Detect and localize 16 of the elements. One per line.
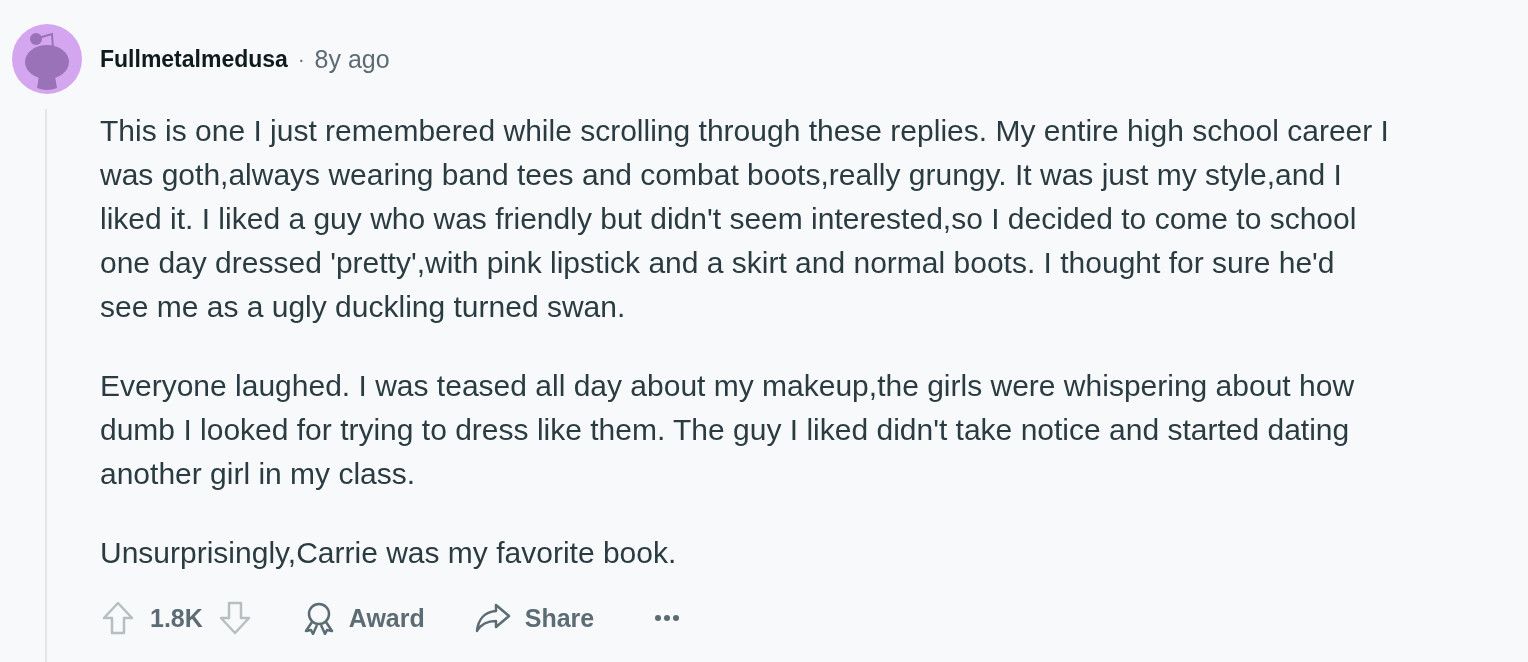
share-button[interactable]: Share bbox=[468, 599, 601, 637]
upvote-icon bbox=[102, 601, 134, 635]
comment-paragraph: Unsurprisingly,Carrie was my favorite book. bbox=[100, 535, 678, 571]
timestamp: 8y ago bbox=[314, 44, 390, 74]
downvote-icon bbox=[218, 601, 251, 635]
comment-paragraph: Everyone laughed. I was teased all day about my makeup,the girls were whispering about how dumb I looked for trying to dress like them. The guy I liked didn't take notice and started dating another girl in my class. bbox=[100, 368, 1356, 492]
vote-count: 1.8K bbox=[150, 603, 203, 633]
upvote-button[interactable] bbox=[100, 600, 136, 636]
more-icon bbox=[655, 615, 680, 621]
share-icon bbox=[474, 603, 511, 633]
award-button[interactable]: Award bbox=[296, 597, 431, 639]
comment-paragraph: This is one I just remembered while scrolling through these replies. My entire high school career I was goth,always wearing band tees and combat boots,really grungy. It was just my style,and I liked it. I liked a guy who was friendly but didn't seem interested,so I decided to come to school one day dressed 'pretty',with pink lipstick and a skirt and normal boots. I thought for sure he'd see me as a ugly duckling turned swan. bbox=[100, 113, 1390, 325]
username[interactable]: Fullmetalmedusa bbox=[100, 45, 288, 73]
award-icon bbox=[302, 601, 335, 635]
avatar-icon bbox=[12, 24, 82, 94]
separator-dot: · bbox=[297, 47, 305, 71]
